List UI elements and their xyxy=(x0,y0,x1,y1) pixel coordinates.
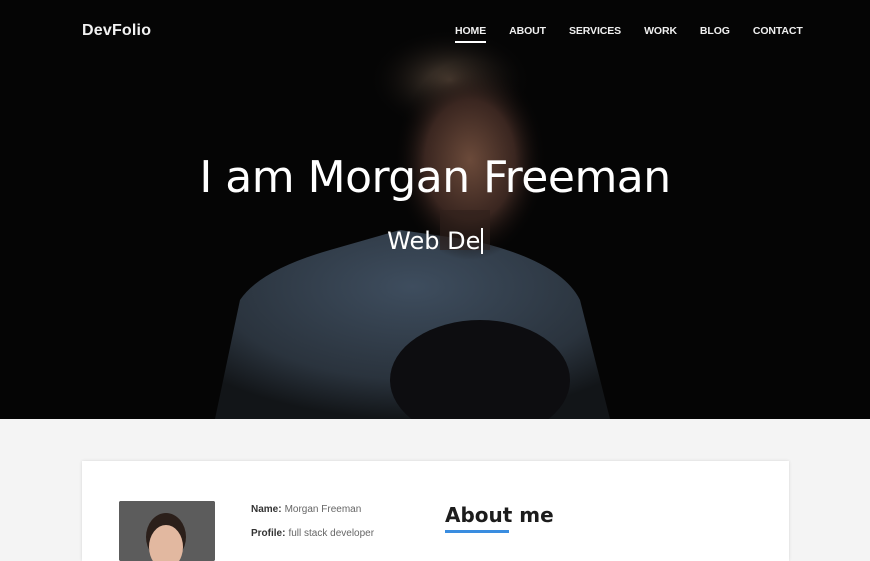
info-value: Morgan Freeman xyxy=(284,504,362,515)
typing-caret xyxy=(481,228,483,254)
info-row-name: Name: Morgan Freeman xyxy=(251,504,374,528)
info-row-profile: Profile: full stack developer xyxy=(251,528,374,552)
nav-work[interactable]: WORK xyxy=(644,25,677,37)
typed-text: Web De xyxy=(387,227,481,255)
brand-logo[interactable]: DevFolio xyxy=(82,22,151,40)
nav-about[interactable]: ABOUT xyxy=(509,25,546,37)
main-nav: HOME ABOUT SERVICES WORK BLOG CONTACT xyxy=(455,25,826,43)
nav-blog[interactable]: BLOG xyxy=(700,25,730,37)
nav-home[interactable]: HOME xyxy=(455,25,487,43)
about-title: About me xyxy=(445,503,554,527)
nav-services[interactable]: SERVICES xyxy=(569,25,621,37)
title-underline xyxy=(445,530,509,533)
hero-typed-subtitle: Web De xyxy=(0,227,870,255)
avatar-image xyxy=(119,501,215,561)
hero-section: DevFolio HOME ABOUT SERVICES WORK BLOG C… xyxy=(0,0,870,419)
profile-info: Name: Morgan Freeman Profile: full stack d… xyxy=(251,504,374,552)
profile-photo xyxy=(119,501,215,561)
info-label: Name: xyxy=(251,504,282,515)
navbar: DevFolio HOME ABOUT SERVICES WORK BLOG C… xyxy=(0,0,870,64)
about-card: Name: Morgan Freeman Profile: full stack d… xyxy=(82,461,789,561)
hero-title: I am Morgan Freeman xyxy=(199,152,671,203)
nav-contact[interactable]: CONTACT xyxy=(753,25,803,37)
